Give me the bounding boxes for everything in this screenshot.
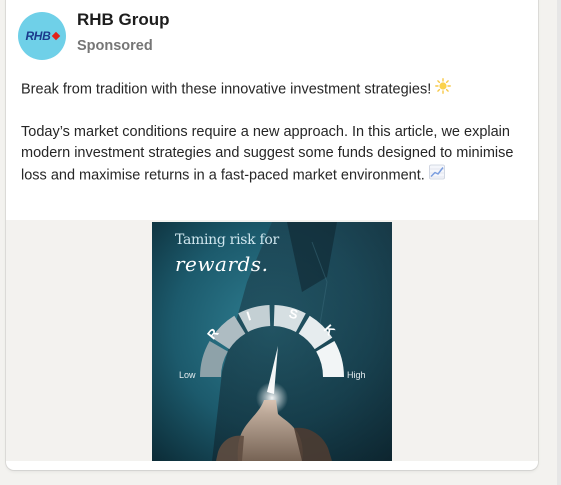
scrollbar-track[interactable]	[557, 0, 561, 485]
ad-creative-image[interactable]: R I S K Taming risk for rewards. Low Hig…	[152, 222, 392, 461]
creative-title-line-2: rewards.	[175, 252, 269, 276]
sponsored-post-card: RHB RHB Group Sponsored Break from tradi…	[6, 0, 538, 470]
sun-emoji-icon	[435, 78, 452, 101]
post-paragraph-2: Today’s market conditions require a new …	[21, 122, 526, 187]
sponsored-label: Sponsored	[77, 38, 153, 54]
post-body: Break from tradition with these innovati…	[21, 78, 526, 187]
post-header: RHB RHB Group Sponsored	[18, 10, 170, 70]
company-name-link[interactable]: RHB Group	[77, 9, 170, 31]
logo-diamond-icon	[51, 31, 60, 41]
logo-wordmark: RHB	[25, 29, 60, 43]
post-paragraph-1-text: Break from tradition with these innovati…	[21, 81, 432, 98]
gauge-high-label: High	[347, 370, 366, 380]
company-logo[interactable]: RHB	[18, 12, 66, 60]
post-paragraph-1: Break from tradition with these innovati…	[21, 78, 526, 101]
post-media-area: R I S K Taming risk for rewards. Low Hig…	[6, 220, 538, 461]
creative-title-line-1: Taming risk for	[175, 232, 279, 248]
gauge-low-label: Low	[179, 370, 196, 380]
chart-increasing-emoji-icon	[428, 164, 445, 187]
page: RHB RHB Group Sponsored Break from tradi…	[0, 0, 561, 485]
post-meta: RHB Group Sponsored	[77, 10, 170, 56]
logo-text: RHB	[25, 29, 51, 43]
